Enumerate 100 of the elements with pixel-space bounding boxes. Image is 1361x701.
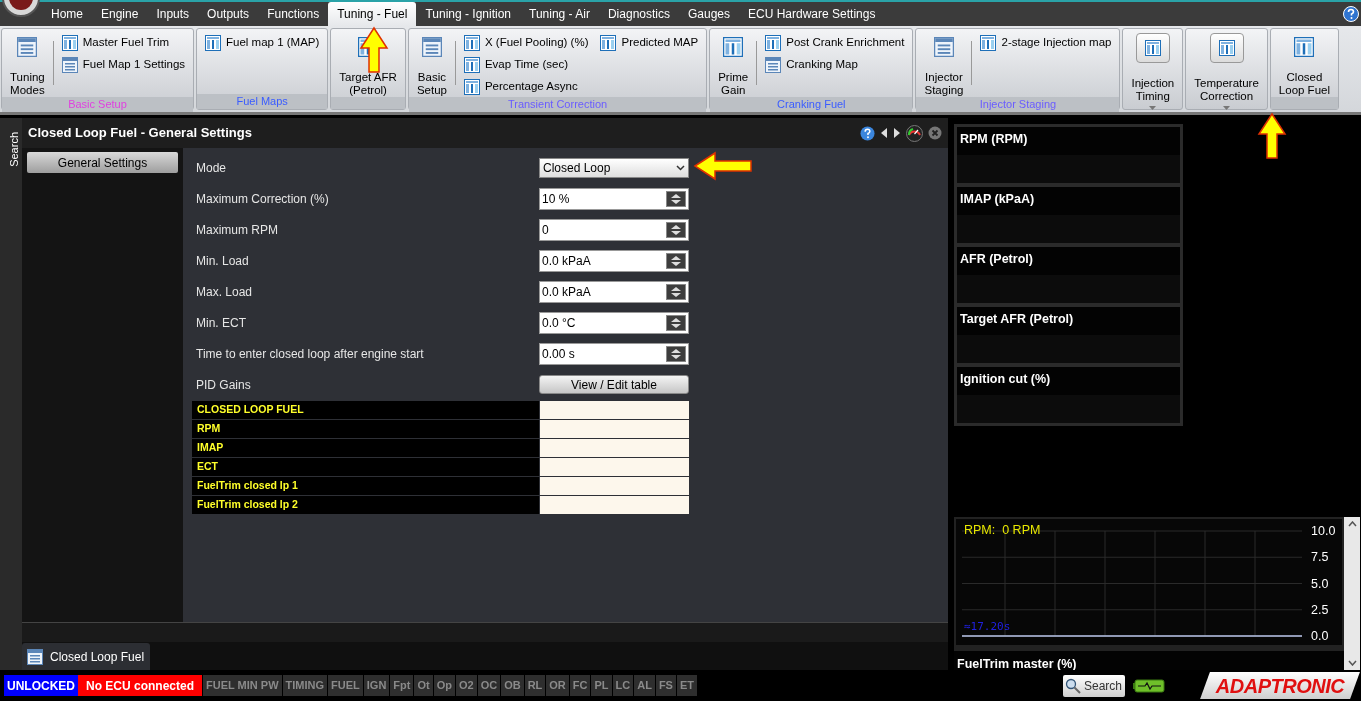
number-field[interactable]: 0.0 °C xyxy=(539,311,689,334)
battery-icon xyxy=(1133,678,1165,693)
group-label: Fuel Maps xyxy=(236,94,288,110)
menu-tab[interactable]: Gauges xyxy=(679,2,739,26)
spin-buttons[interactable] xyxy=(666,252,686,269)
gauge-title: AFR (Petrol) xyxy=(959,251,1034,268)
setting-label: Max. Load xyxy=(196,283,254,301)
view-edit-table-button[interactable]: View / Edit table xyxy=(539,375,689,394)
help-icon[interactable] xyxy=(860,125,875,141)
group-label: Injector Staging xyxy=(979,97,1057,113)
group-label: Cranking Fuel xyxy=(777,97,846,113)
ribbon-button[interactable]: Basic Setup xyxy=(412,29,451,97)
ribbon-item[interactable]: 2-stage Injection map xyxy=(980,33,1112,53)
search-side-tab[interactable]: Search xyxy=(2,132,20,167)
menu-tab[interactable]: Tuning - Fuel xyxy=(328,2,417,26)
nav-button[interactable]: General Settings xyxy=(27,152,178,173)
close-icon[interactable] xyxy=(928,126,942,140)
number-field[interactable]: 0.0 kPaA xyxy=(539,249,689,272)
table-row-label: IMAP xyxy=(192,439,539,457)
spin-buttons[interactable] xyxy=(666,190,686,207)
status-flag: PL xyxy=(591,675,612,696)
number-field[interactable]: 0.0 kPaA xyxy=(539,280,689,303)
document-tab[interactable]: Closed Loop Fuel xyxy=(22,643,151,670)
number-field[interactable]: 0 xyxy=(539,218,689,241)
table-row-label: FuelTrim closed lp 1 xyxy=(192,477,539,495)
chevron-icon xyxy=(676,164,685,171)
panel-title: Closed Loop Fuel - General Settings xyxy=(28,124,252,143)
list-icon xyxy=(421,37,442,57)
mode-dropdown[interactable]: Closed Loop xyxy=(539,157,689,178)
setting-label: PID Gains xyxy=(196,376,252,394)
arrow-icon xyxy=(359,26,389,74)
status-flag: IGN xyxy=(363,675,390,696)
ribbon-item[interactable]: Fuel Map 1 Settings xyxy=(61,55,186,75)
number-field[interactable]: 10 % xyxy=(539,187,689,210)
menu-tab[interactable]: Inputs xyxy=(147,2,199,26)
ribbon-button[interactable]: Closed Loop Fuel xyxy=(1274,29,1334,97)
status-flag: FUEL xyxy=(328,675,363,696)
status-flag: FC xyxy=(569,675,591,696)
previous-icon[interactable] xyxy=(880,128,888,138)
table-row-label: ECT xyxy=(192,458,539,476)
menu-tab[interactable]: Home xyxy=(42,2,92,26)
ribbon-dropdown-button[interactable]: Temperature Correction xyxy=(1190,29,1263,110)
setting-label: Min. Load xyxy=(196,252,250,270)
ribbon-item[interactable]: Percentage Async xyxy=(463,77,589,97)
gauge-icon[interactable] xyxy=(906,124,923,142)
scrollbar[interactable] xyxy=(1344,517,1360,670)
spin-buttons[interactable] xyxy=(666,345,686,362)
next-icon[interactable] xyxy=(893,128,901,138)
list-icon xyxy=(933,37,954,57)
scroll-up-icon[interactable] xyxy=(1347,521,1357,527)
status-flag: TIMING xyxy=(282,675,328,696)
connection-status: No ECU connected xyxy=(78,675,202,696)
table-icon xyxy=(723,37,744,57)
group-label: Basic Setup xyxy=(68,97,127,113)
menu-tab[interactable]: Tuning - Ignition xyxy=(416,2,521,26)
setting-label: Maximum RPM xyxy=(196,221,279,239)
brand-logo: ADAPTRONIC xyxy=(1200,672,1360,699)
status-flag: OR xyxy=(546,675,569,696)
ribbon-item[interactable]: Predicted MAP xyxy=(600,33,699,53)
arrow-icon xyxy=(693,151,753,181)
y-axis-label: 5.0 xyxy=(1311,576,1329,591)
list-icon xyxy=(27,648,43,665)
status-flag: RL xyxy=(524,675,546,696)
menu-tab[interactable]: Functions xyxy=(258,2,329,26)
list-icon xyxy=(61,57,78,73)
ribbon-button[interactable]: Prime Gain xyxy=(714,29,753,97)
spin-buttons[interactable] xyxy=(666,221,686,238)
table-icon xyxy=(1144,40,1161,56)
status-flag: O2 xyxy=(455,675,477,696)
spin-buttons[interactable] xyxy=(666,314,686,331)
y-axis-label: 2.5 xyxy=(1311,602,1329,617)
group-label: Transient Correction xyxy=(507,97,608,113)
ribbon-button[interactable]: Injector Staging xyxy=(920,29,968,97)
lock-status: UNLOCKED xyxy=(4,675,78,696)
menu-tab[interactable]: Engine xyxy=(92,2,148,26)
menu-tab[interactable]: Diagnostics xyxy=(598,2,679,26)
number-field[interactable]: 0.00 s xyxy=(539,342,689,365)
gauge-title: IMAP (kPaA) xyxy=(959,191,1036,208)
ribbon-item[interactable]: Cranking Map xyxy=(765,55,905,75)
help-icon[interactable] xyxy=(1343,6,1359,22)
status-flag: Op xyxy=(433,675,455,696)
search-button[interactable]: Search xyxy=(1063,674,1125,697)
setting-label: Min. ECT xyxy=(196,314,247,332)
ribbon-item[interactable]: Fuel map 1 (MAP) xyxy=(205,33,320,53)
spin-buttons[interactable] xyxy=(666,283,686,300)
ribbon-item[interactable]: Master Fuel Trim xyxy=(61,33,186,53)
menu-tab[interactable]: Tuning - Air xyxy=(520,2,599,26)
setting-label: Mode xyxy=(196,159,228,177)
ribbon-item[interactable]: Evap Time (sec) xyxy=(463,55,589,75)
menu-tab[interactable]: Outputs xyxy=(198,2,259,26)
scroll-down-icon[interactable] xyxy=(1347,660,1357,666)
ribbon-button[interactable]: Tuning Modes xyxy=(6,29,49,97)
y-axis-label: 10.0 xyxy=(1311,524,1336,538)
ribbon-item[interactable]: Post Crank Enrichment xyxy=(765,33,905,53)
ribbon-item[interactable]: X (Fuel Pooling) (%) xyxy=(463,33,589,53)
table-icon xyxy=(205,35,222,51)
ribbon-dropdown-button[interactable]: Injection Timing xyxy=(1127,29,1179,110)
list-icon xyxy=(765,57,782,73)
menu-tab[interactable]: ECU Hardware Settings xyxy=(739,2,885,26)
status-flag: FS xyxy=(655,675,676,696)
